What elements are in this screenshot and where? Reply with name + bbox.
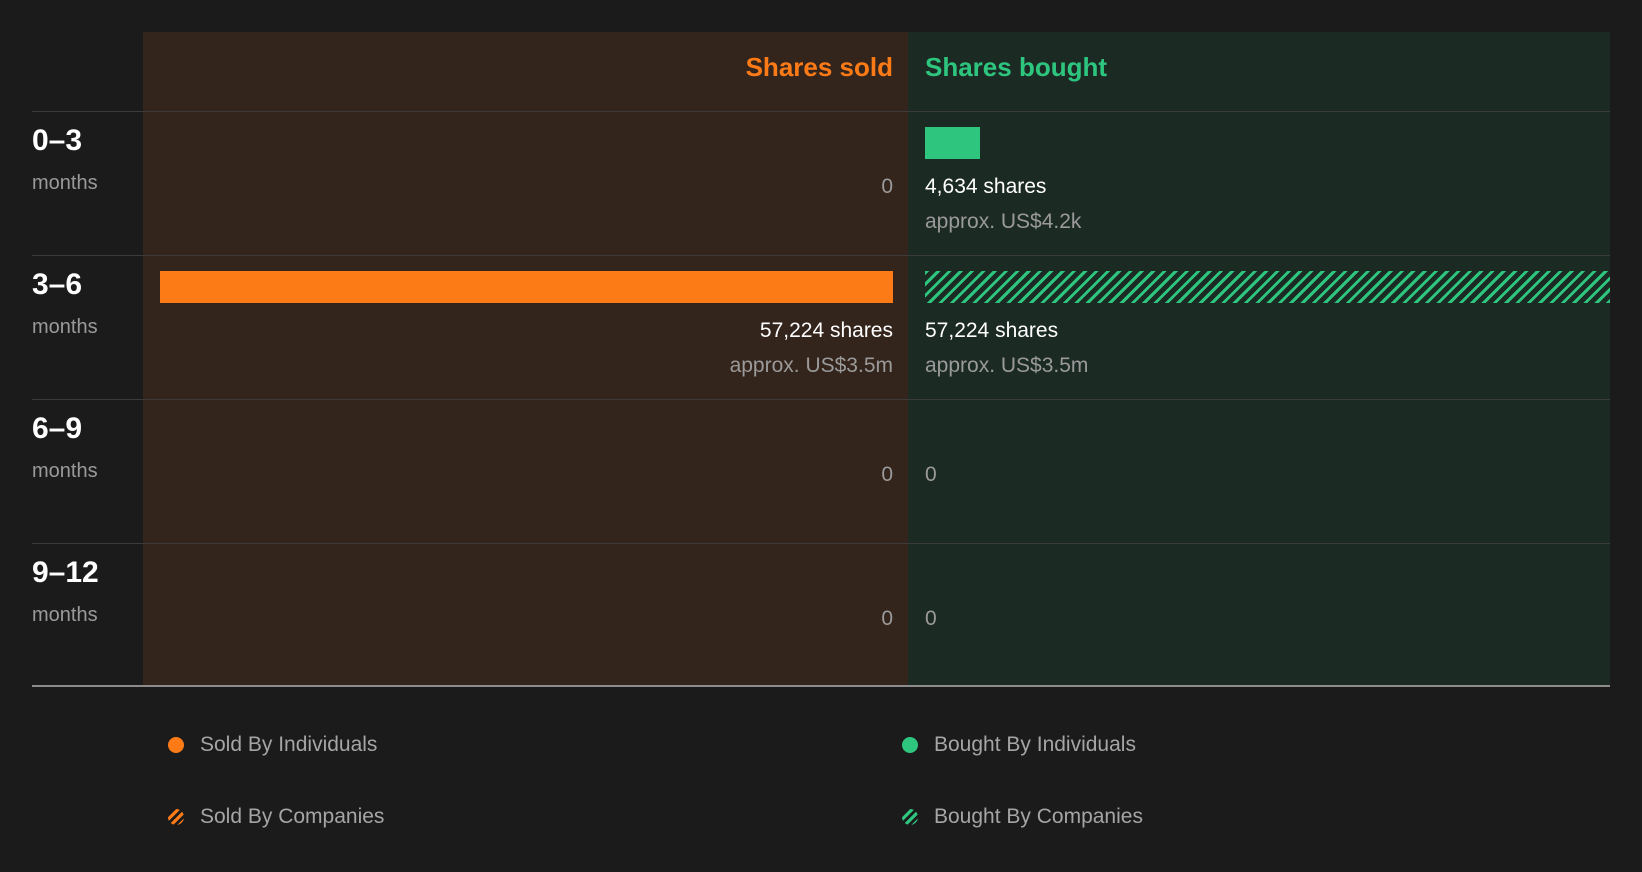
sold-zero-label: 0 bbox=[881, 175, 893, 198]
sold-approx-value: approx. US$3.5m bbox=[729, 354, 893, 377]
bought-bar bbox=[925, 127, 980, 159]
legend-swatch-icon bbox=[902, 737, 918, 753]
legend-label: Bought By Companies bbox=[934, 805, 1143, 828]
legend-swatch-icon bbox=[902, 809, 918, 825]
period-row: 0–3 months 0 4,634 shares approx. US$4.2k bbox=[0, 112, 1642, 256]
period-label: 9–12 bbox=[32, 556, 99, 589]
period-label: 3–6 bbox=[32, 268, 83, 301]
bought-bar bbox=[925, 271, 1610, 303]
period-label: 6–9 bbox=[32, 412, 83, 445]
bought-shares-label: 4,634 shares bbox=[925, 175, 1047, 198]
sold-zero-label: 0 bbox=[881, 607, 893, 630]
legend-label: Sold By Companies bbox=[200, 805, 385, 828]
period-row: 9–12 months 0 0 bbox=[0, 544, 1642, 688]
period-unit-label: months bbox=[32, 460, 98, 482]
period-row: 3–6 months 57,224 shares approx. US$3.5m 57,… bbox=[0, 256, 1642, 400]
bought-zero-label: 0 bbox=[925, 607, 937, 630]
legend-swatch-icon bbox=[168, 809, 184, 825]
bought-approx-value: approx. US$4.2k bbox=[925, 210, 1082, 233]
shares-sold-header: Shares sold bbox=[745, 52, 893, 82]
period-label: 0–3 bbox=[32, 124, 83, 157]
sold-shares-label: 57,224 shares bbox=[759, 319, 893, 342]
shares-bought-header: Shares bought bbox=[925, 52, 1108, 82]
sold-zero-label: 0 bbox=[881, 463, 893, 486]
period-unit-label: months bbox=[32, 316, 98, 338]
legend-swatch-icon bbox=[168, 737, 184, 753]
bought-zero-label: 0 bbox=[925, 463, 937, 486]
period-unit-label: months bbox=[32, 172, 98, 194]
bought-approx-value: approx. US$3.5m bbox=[925, 354, 1089, 377]
bought-shares-label: 57,224 shares bbox=[925, 319, 1059, 342]
legend-label: Sold By Individuals bbox=[200, 733, 378, 756]
legend-label: Bought By Individuals bbox=[934, 733, 1136, 756]
period-row: 6–9 months 0 0 bbox=[0, 400, 1642, 544]
sold-bar bbox=[160, 271, 893, 303]
period-unit-label: months bbox=[32, 604, 98, 626]
